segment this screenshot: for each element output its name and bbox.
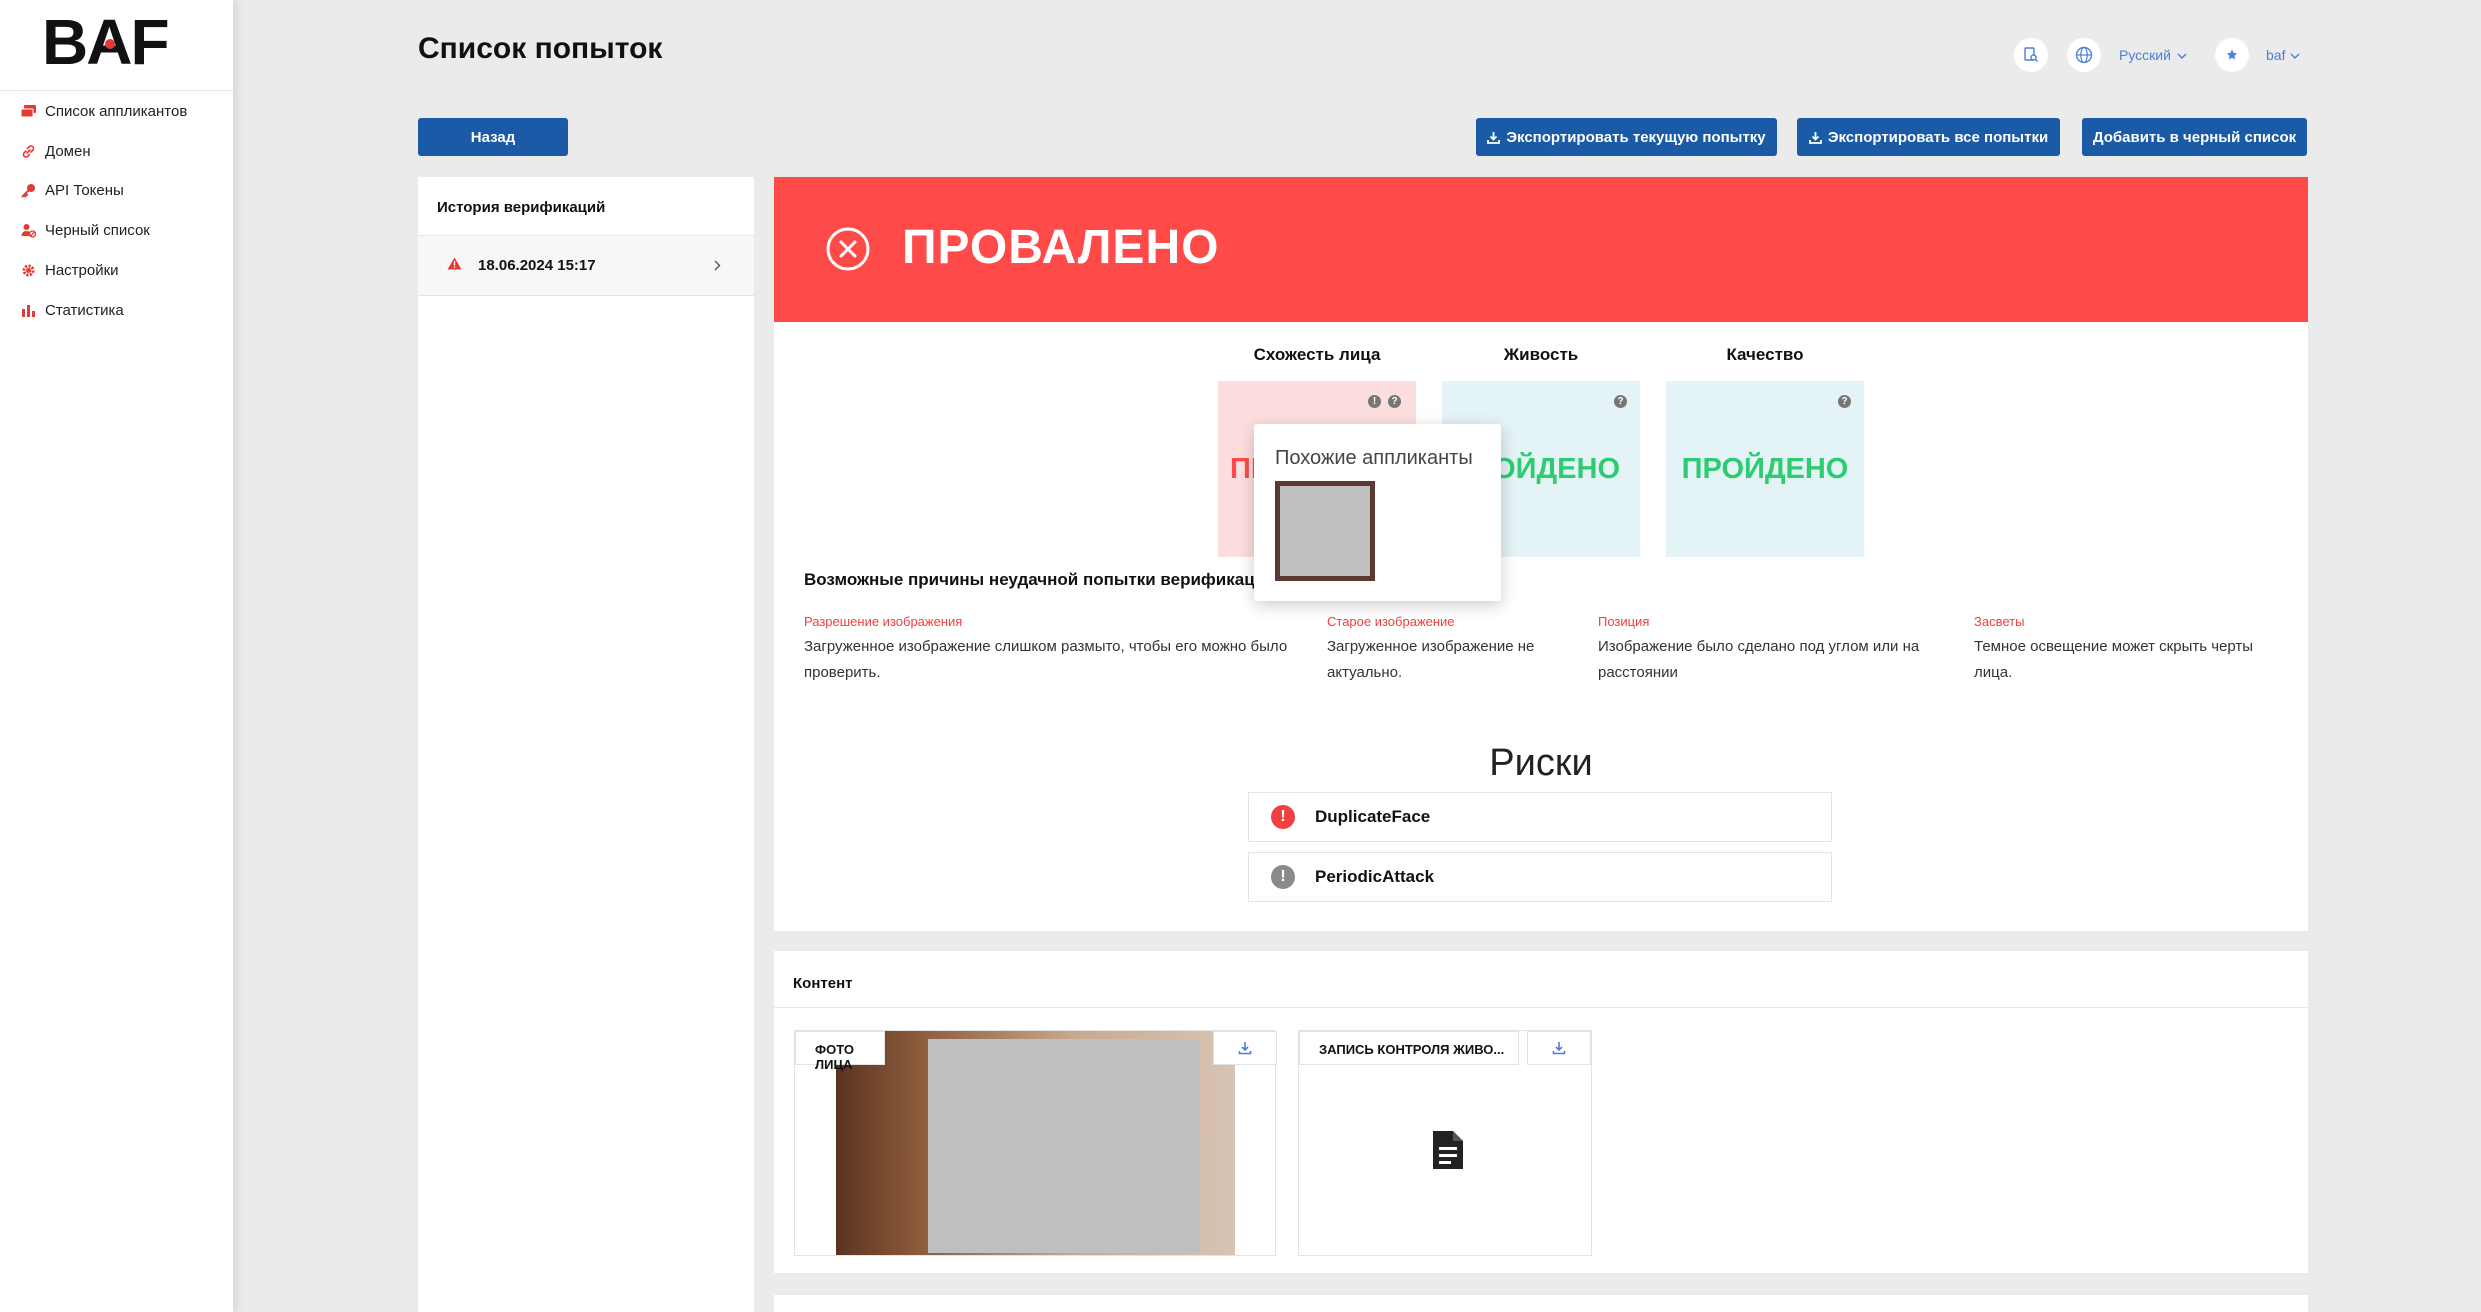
verification-result-card: ПРОВАЛЕНО Схожесть лица Живость Качество… — [774, 177, 2308, 931]
popup-title: Похожие аппликанты — [1275, 447, 1473, 469]
warning-icon — [447, 257, 462, 275]
chevron-right-icon — [714, 258, 721, 276]
download-icon — [1808, 131, 1822, 144]
page-title: Список попыток — [418, 32, 663, 65]
sidebar-item-domain[interactable]: Домен — [0, 133, 233, 169]
add-to-blacklist-button[interactable]: Добавить в черный список — [2082, 118, 2307, 156]
sidebar-item-label: Список аппликантов — [45, 102, 188, 120]
reasons-title: Возможные причины неудачной попытки вери… — [804, 570, 1276, 589]
alert-icon: ! — [1271, 865, 1295, 889]
user-block-icon — [20, 222, 36, 238]
sidebar-item-applicants[interactable]: Список аппликантов — [0, 93, 233, 129]
info-icon[interactable]: ! — [1368, 395, 1381, 408]
reason-item: Засветы Темное освещение может скрыть че… — [1974, 614, 2274, 686]
help-icon[interactable]: ? — [1614, 395, 1627, 408]
sidebar-item-label: Черный список — [45, 221, 150, 239]
history-item-date: 18.06.2024 15:17 — [478, 257, 596, 274]
sidebar-item-label: Статистика — [45, 301, 124, 319]
export-all-label: Экспортировать все попытки — [1827, 128, 2049, 146]
reason-label: Разрешение изображения — [804, 614, 963, 629]
content-title: Контент — [774, 951, 2308, 1008]
cards-icon — [20, 103, 36, 119]
metric-title-liveness: Живость — [1503, 345, 1579, 364]
chevron-down-icon — [2290, 46, 2300, 64]
metric-title-quality: Качество — [1726, 345, 1804, 364]
download-icon — [1487, 131, 1501, 144]
reason-item: Позиция Изображение было сделано под угл… — [1598, 614, 1948, 686]
risk-item: ! PeriodicAttack — [1248, 852, 1832, 902]
reason-text: Загруженное изображение не актуально. — [1327, 638, 1535, 681]
reason-label: Позиция — [1598, 614, 1650, 629]
download-liveness-button[interactable] — [1527, 1031, 1591, 1065]
key-icon — [20, 182, 36, 198]
sidebar-item-settings[interactable]: Настройки — [0, 252, 233, 288]
logs-button[interactable] — [2014, 38, 2048, 72]
risk-label: PeriodicAttack — [1315, 867, 1435, 886]
metric-title-face-similarity: Схожесть лица — [1253, 345, 1381, 364]
blurred-face — [1280, 486, 1370, 576]
verification-history-panel: История верификаций 18.06.2024 15:17 — [418, 177, 754, 1312]
download-icon — [1552, 1042, 1566, 1055]
liveness-record-label: ЗАПИСЬ КОНТРОЛЯ ЖИВО... — [1299, 1031, 1519, 1065]
metric-status-quality: ПРОЙДЕНО — [1681, 453, 1849, 485]
reason-text: Изображение было сделано под углом или н… — [1598, 638, 1920, 681]
sidebar-item-blacklist[interactable]: Черный список — [0, 212, 233, 248]
globe-icon — [2067, 38, 2101, 72]
reason-item: Старое изображение Загруженное изображен… — [1327, 614, 1567, 686]
content-card: Контент ФОТО ЛИЦА ЗАПИСЬ КОНТРОЛЯ ЖИВО..… — [774, 951, 2308, 1273]
face-photo-label: ФОТО ЛИЦА — [795, 1031, 885, 1072]
similar-applicants-popup: Похожие аппликанты — [1254, 424, 1501, 601]
result-status: ПРОВАЛЕНО — [902, 221, 1220, 274]
risks-title: Риски — [1489, 742, 1593, 784]
history-item[interactable]: 18.06.2024 15:17 — [418, 236, 754, 296]
close-circle-icon — [825, 226, 871, 277]
alert-icon: ! — [1271, 805, 1295, 829]
risk-item: ! DuplicateFace — [1248, 792, 1832, 842]
sidebar-divider — [0, 90, 233, 91]
bar-chart-icon — [20, 302, 36, 318]
risk-label: DuplicateFace — [1315, 807, 1431, 826]
reason-label: Засветы — [1974, 614, 2025, 629]
sidebar-item-label: Настройки — [45, 261, 119, 279]
help-icon[interactable]: ? — [1388, 395, 1401, 408]
help-icon[interactable]: ? — [1838, 395, 1851, 408]
back-button[interactable]: Назад — [418, 118, 568, 156]
reason-text: Загруженное изображение слишком размыто,… — [804, 638, 1288, 681]
metric-box-quality: ? ПРОЙДЕНО — [1666, 381, 1864, 557]
link-icon — [20, 143, 36, 159]
sidebar: BAF Список аппликантов Домен API Токены … — [0, 0, 233, 1312]
star-icon — [2215, 38, 2249, 72]
similar-applicant-thumbnail[interactable] — [1275, 481, 1375, 581]
download-icon — [1238, 1042, 1252, 1055]
language-select[interactable]: Русский — [2067, 38, 2187, 72]
chevron-down-icon — [2177, 46, 2187, 64]
user-name: baf — [2266, 47, 2286, 63]
download-face-photo-button[interactable] — [1213, 1031, 1277, 1065]
reason-item: Разрешение изображения Загруженное изобр… — [804, 614, 1304, 686]
gear-icon — [20, 262, 36, 278]
user-menu[interactable]: baf — [2215, 38, 2300, 72]
blurred-face — [928, 1039, 1200, 1253]
export-current-button[interactable]: Экспортировать текущую попытку — [1476, 118, 1777, 156]
failed-banner: ПРОВАЛЕНО — [774, 177, 2308, 322]
history-title: История верификаций — [418, 177, 754, 236]
document-search-icon — [2014, 38, 2048, 72]
reason-label: Старое изображение — [1327, 614, 1455, 629]
file-document-icon[interactable] — [1431, 1129, 1465, 1176]
face-photo-box: ФОТО ЛИЦА — [794, 1030, 1277, 1256]
export-all-button[interactable]: Экспортировать все попытки — [1797, 118, 2060, 156]
svg-text:BAF: BAF — [42, 12, 168, 70]
face-photo[interactable] — [836, 1031, 1235, 1255]
sidebar-item-statistics[interactable]: Статистика — [0, 292, 233, 328]
language-label: Русский — [2119, 47, 2171, 63]
sidebar-item-label: API Токены — [45, 181, 124, 199]
export-current-label: Экспортировать текущую попытку — [1506, 128, 1766, 146]
baf-logo[interactable]: BAF — [42, 6, 186, 78]
liveness-record-box: ЗАПИСЬ КОНТРОЛЯ ЖИВО... — [1298, 1030, 1592, 1256]
reason-text: Темное освещение может скрыть черты лица… — [1974, 638, 2254, 681]
next-section-card — [774, 1295, 2308, 1312]
sidebar-item-label: Домен — [45, 142, 91, 160]
sidebar-item-api-tokens[interactable]: API Токены — [0, 172, 233, 208]
